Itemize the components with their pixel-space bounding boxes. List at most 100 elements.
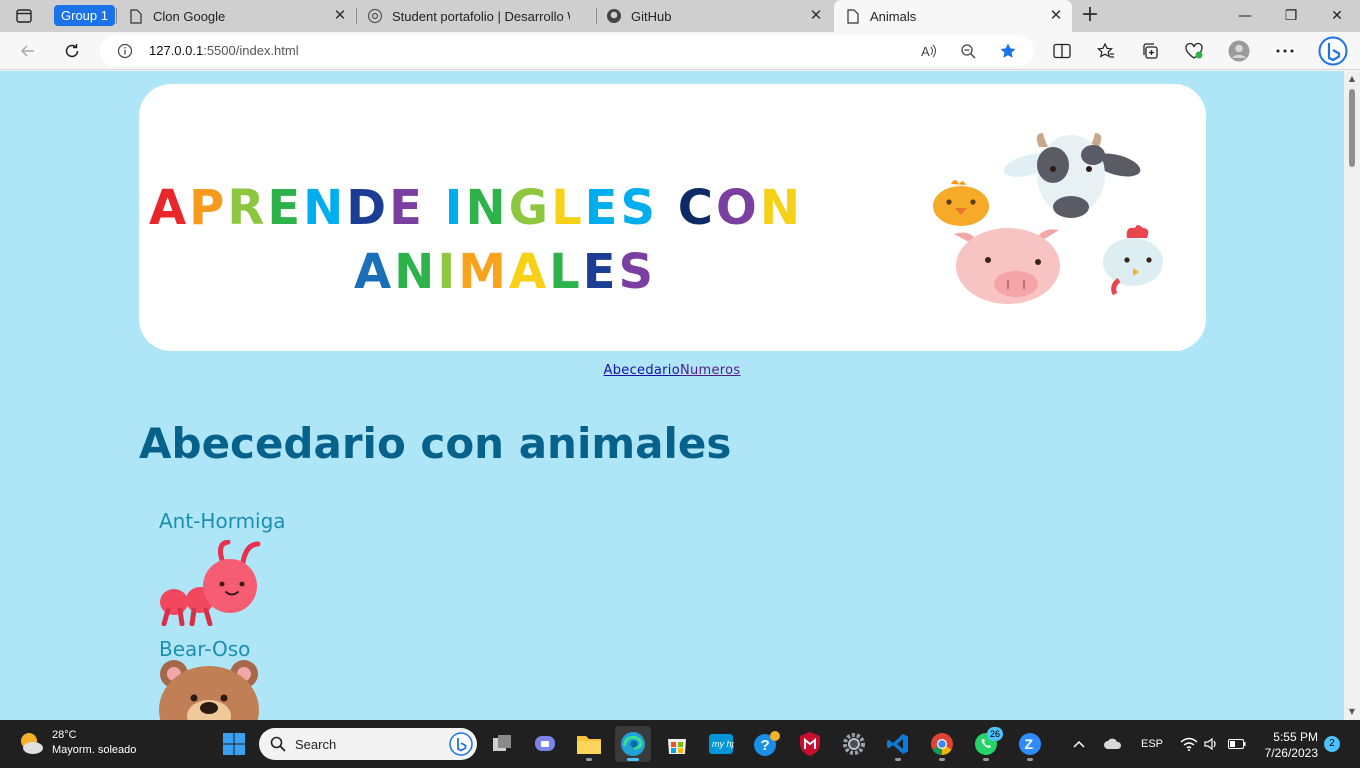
whatsapp-button[interactable]: 26 xyxy=(968,726,1004,762)
banner-word: CON xyxy=(677,180,803,236)
store-icon xyxy=(668,739,686,754)
windows-icon xyxy=(223,733,245,755)
vscode-button[interactable] xyxy=(880,726,916,762)
task-view-button[interactable] xyxy=(484,726,520,762)
zoom-out-icon[interactable] xyxy=(958,41,978,61)
close-icon[interactable]: ✕ xyxy=(808,8,824,24)
read-aloud-icon[interactable]: A xyxy=(919,41,939,61)
banner: APRENDE INGLES CON ANIMALES xyxy=(139,84,1206,351)
nav-link-abecedario[interactable]: Abecedario xyxy=(604,363,680,378)
banner-word: APRENDE xyxy=(149,180,425,236)
tab-title: GitHub xyxy=(631,8,672,24)
tab-actions-menu-icon[interactable] xyxy=(10,6,38,26)
chrome-icon xyxy=(931,733,953,755)
clock[interactable]: 5:55 PM 7/26/2023 xyxy=(1256,729,1318,761)
page-viewport: APRENDE INGLES CON ANIMALES AbecedarioNu… xyxy=(0,71,1344,720)
vertical-scrollbar[interactable]: ▲ ▼ xyxy=(1344,71,1360,720)
tab-title: Animals xyxy=(870,8,917,24)
get-help-button[interactable]: ? xyxy=(748,726,784,762)
favorites-icon[interactable] xyxy=(1095,40,1117,62)
back-button[interactable] xyxy=(14,37,42,65)
collections-icon[interactable] xyxy=(1139,40,1161,62)
new-tab-button[interactable]: + xyxy=(1079,4,1101,27)
tab-github[interactable]: GitHub ✕ xyxy=(604,0,832,32)
tab-clon-google[interactable]: Clon Google ✕ xyxy=(124,0,356,32)
myhp-button[interactable]: my hp xyxy=(703,726,739,762)
chrome-button[interactable] xyxy=(924,726,960,762)
partly-sunny-icon xyxy=(21,733,43,754)
minimize-button[interactable]: — xyxy=(1222,0,1268,32)
close-icon[interactable]: ✕ xyxy=(332,8,348,24)
profile-avatar-icon[interactable] xyxy=(1228,40,1250,62)
more-menu-icon[interactable] xyxy=(1274,40,1296,62)
close-window-button[interactable]: ✕ xyxy=(1314,0,1360,32)
chat-icon xyxy=(535,736,555,751)
mcafee-button[interactable] xyxy=(792,726,828,762)
page-icon xyxy=(845,8,861,24)
notification-badge[interactable]: 2 xyxy=(1324,736,1340,752)
onedrive-icon[interactable] xyxy=(1103,720,1123,768)
start-button[interactable] xyxy=(216,726,252,762)
url-text[interactable]: 127.0.0.1:5500/index.html xyxy=(149,43,299,58)
banner-title-line1: APRENDE INGLES CON xyxy=(149,180,803,236)
scroll-up-arrow-icon[interactable]: ▲ xyxy=(1347,74,1357,84)
ant-icon xyxy=(160,540,261,626)
search-placeholder: Search xyxy=(295,737,337,752)
zoom-button[interactable]: Z xyxy=(1012,726,1048,762)
running-indicator xyxy=(895,758,901,761)
battery-icon[interactable] xyxy=(1228,720,1246,768)
running-indicator xyxy=(586,758,592,761)
edge-button[interactable] xyxy=(615,726,651,762)
show-hidden-icons[interactable] xyxy=(1072,720,1086,768)
split-screen-icon[interactable] xyxy=(1051,40,1073,62)
nav-link-numeros[interactable]: Numeros xyxy=(680,363,741,378)
browser-toolbar: 127.0.0.1:5500/index.html A xyxy=(0,32,1360,70)
scrollbar-thumb[interactable] xyxy=(1349,89,1355,167)
tab-strip: Group 1 Clon Google ✕ Student portafolio… xyxy=(0,0,1360,32)
weather-desc: Mayorm. soleado xyxy=(52,744,137,756)
zoom-app-icon: Z xyxy=(1019,733,1041,755)
clock-time: 5:55 PM xyxy=(1273,730,1318,744)
wifi-icon[interactable] xyxy=(1180,720,1198,768)
info-icon[interactable] xyxy=(115,41,135,61)
chicken-icon xyxy=(1103,225,1163,296)
taskbar: 28°C Mayorm. soleado Search my hp ? xyxy=(0,720,1360,768)
myhp-icon: my hp xyxy=(709,734,734,754)
bear-icon xyxy=(159,660,259,720)
tab-student-portafolio[interactable]: Student portafolio | Desarrollo W xyxy=(364,0,596,32)
svg-text:A: A xyxy=(921,44,930,59)
restore-button[interactable]: ❐ xyxy=(1268,0,1314,32)
svg-text:Z: Z xyxy=(1025,736,1034,752)
favorite-star-icon[interactable] xyxy=(998,41,1018,61)
language-indicator[interactable]: ESP xyxy=(1141,720,1163,768)
edge-icon xyxy=(621,732,645,756)
file-explorer-button[interactable] xyxy=(571,726,607,762)
active-indicator xyxy=(627,758,639,761)
weather-widget[interactable]: 28°C Mayorm. soleado xyxy=(18,728,136,758)
chevron-up-icon xyxy=(1073,740,1085,748)
animal-label-bear: Bear-Oso xyxy=(159,637,251,661)
bing-copilot-icon[interactable] xyxy=(1318,36,1348,66)
running-indicator xyxy=(939,758,945,761)
whatsapp-badge: 26 xyxy=(987,727,1003,741)
taskbar-search[interactable]: Search xyxy=(259,728,477,760)
scroll-down-arrow-icon[interactable]: ▼ xyxy=(1347,707,1357,717)
address-bar[interactable]: 127.0.0.1:5500/index.html A xyxy=(100,35,1034,67)
running-indicator xyxy=(1027,758,1033,761)
tab-animals[interactable]: Animals ✕ xyxy=(834,0,1072,32)
weather-temp: 28°C xyxy=(52,729,77,741)
close-icon[interactable]: ✕ xyxy=(1048,8,1064,24)
browser-essentials-icon[interactable] xyxy=(1183,40,1205,62)
store-button[interactable] xyxy=(659,726,695,762)
tab-group-chip[interactable]: Group 1 xyxy=(54,5,115,26)
volume-icon[interactable] xyxy=(1204,720,1220,768)
banner-title-line2: ANIMALES xyxy=(354,244,656,300)
refresh-button[interactable] xyxy=(58,37,86,65)
teams-chat-button[interactable] xyxy=(527,726,563,762)
tab-title: Student portafolio | Desarrollo W xyxy=(392,8,570,24)
running-indicator xyxy=(983,758,989,761)
svg-text:my hp: my hp xyxy=(712,739,734,749)
settings-button[interactable] xyxy=(836,726,872,762)
pig-icon xyxy=(954,228,1060,304)
banner-word: ANIMALES xyxy=(354,244,657,300)
